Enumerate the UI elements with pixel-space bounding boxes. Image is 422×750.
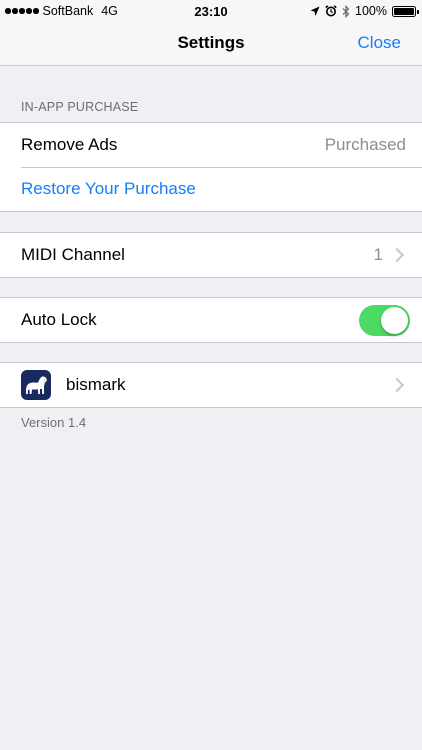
row-restore-purchase[interactable]: Restore Your Purchase — [0, 167, 422, 211]
row-auto-lock: Auto Lock — [0, 298, 422, 342]
row-bismark[interactable]: bismark — [0, 363, 422, 407]
settings-screen: SoftBank 4G 23:10 100% Settings Close IN… — [0, 0, 422, 750]
close-button[interactable]: Close — [358, 33, 401, 53]
section-header-in-app-purchase: IN-APP PURCHASE — [21, 100, 139, 114]
dog-icon — [21, 370, 51, 400]
group-auto-lock: Auto Lock — [0, 297, 422, 343]
row-midi-channel[interactable]: MIDI Channel 1 — [0, 233, 422, 277]
group-app: bismark — [0, 362, 422, 408]
version-label: Version 1.4 — [21, 415, 87, 430]
chevron-right-icon — [389, 377, 405, 393]
alarm-icon — [325, 5, 337, 17]
remove-ads-label: Remove Ads — [21, 135, 118, 154]
header: SoftBank 4G 23:10 100% Settings Close — [0, 0, 422, 66]
toggle-knob — [381, 306, 408, 334]
midi-channel-value: 1 — [373, 245, 383, 264]
battery-percent: 100% — [355, 4, 387, 18]
remove-ads-status: Purchased — [324, 135, 406, 154]
chevron-right-icon — [389, 247, 405, 263]
bluetooth-icon — [342, 4, 350, 18]
group-midi: MIDI Channel 1 — [0, 232, 422, 278]
row-remove-ads[interactable]: Remove Ads Purchased — [0, 123, 422, 167]
group-in-app-purchase: Remove Ads Purchased Restore Your Purcha… — [0, 122, 422, 212]
navigation-bar: Settings Close — [0, 22, 422, 66]
location-icon — [310, 6, 320, 16]
auto-lock-label: Auto Lock — [21, 310, 97, 329]
status-right: 100% — [310, 3, 419, 19]
status-bar: SoftBank 4G 23:10 100% — [0, 0, 422, 22]
auto-lock-toggle[interactable] — [359, 304, 410, 336]
restore-purchase-button[interactable]: Restore Your Purchase — [21, 179, 196, 199]
battery-icon — [392, 5, 419, 17]
bismark-label: bismark — [66, 375, 126, 394]
midi-channel-label: MIDI Channel — [21, 245, 125, 264]
